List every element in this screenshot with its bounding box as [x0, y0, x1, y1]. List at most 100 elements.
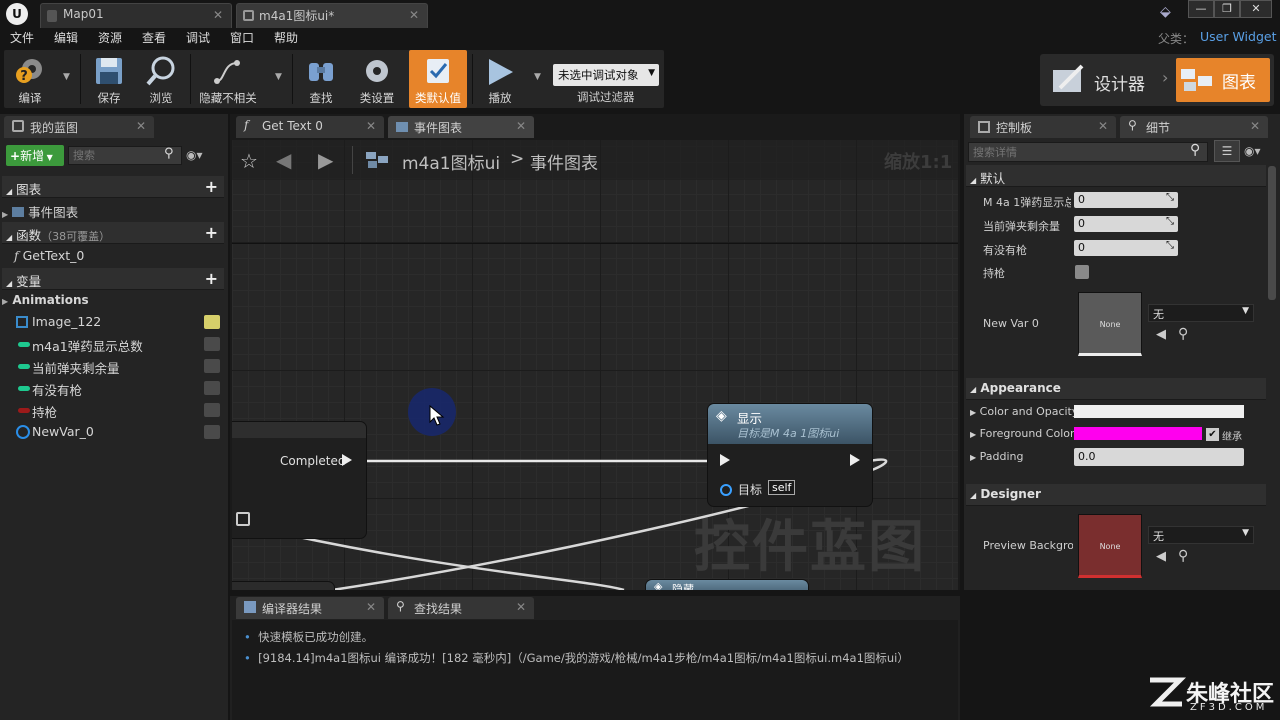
- menu-edit[interactable]: 编辑: [54, 29, 78, 46]
- add-graph-button[interactable]: +: [205, 177, 218, 196]
- functions-section-header[interactable]: ◢ 函数（38可覆盖） +: [2, 222, 224, 244]
- tab-details[interactable]: ⚲ 细节 ✕: [1120, 116, 1268, 138]
- hold-gun-checkbox[interactable]: [1075, 265, 1089, 279]
- hide-unrelated-button[interactable]: 隐藏不相关: [196, 50, 260, 108]
- add-variable-button[interactable]: +: [205, 269, 218, 288]
- find-button[interactable]: 查找: [298, 50, 344, 108]
- close-icon[interactable]: ✕: [136, 119, 146, 133]
- color-opacity-row[interactable]: ▶ Color and Opacity: [970, 405, 1078, 429]
- eye-visible-icon[interactable]: [204, 315, 220, 329]
- exec-out-pin[interactable]: [850, 454, 860, 466]
- minimize-button[interactable]: —: [1188, 0, 1214, 18]
- parent-class-link[interactable]: User Widget: [1200, 29, 1276, 44]
- close-icon[interactable]: ✕: [409, 8, 419, 22]
- target-pin[interactable]: [720, 484, 732, 496]
- exec-in-pin[interactable]: [720, 454, 730, 466]
- add-function-button[interactable]: +: [205, 223, 218, 242]
- tab-event-graph[interactable]: 事件图表 ✕: [388, 116, 534, 138]
- bool-pin-checkbox[interactable]: [236, 512, 250, 526]
- inherit-checkbox[interactable]: ✔: [1206, 428, 1219, 441]
- preview-background-thumbnail[interactable]: None: [1078, 514, 1142, 578]
- foreground-color-row[interactable]: ▶ Foreground Color: [970, 427, 1075, 451]
- list-item-animations[interactable]: ▶ Animations: [2, 290, 224, 312]
- browse-button[interactable]: 浏览: [136, 50, 186, 108]
- padding-row[interactable]: ▶ Padding: [970, 450, 1024, 474]
- close-icon[interactable]: ✕: [1250, 119, 1260, 133]
- set-visibility-hide-node[interactable]: ◈ 隐藏: [646, 580, 808, 590]
- use-selected-arrow-icon[interactable]: ◀: [1156, 327, 1166, 342]
- eye-hidden-icon[interactable]: [204, 425, 220, 439]
- details-search-input[interactable]: [968, 142, 1208, 162]
- set-visibility-show-node[interactable]: ◈ 显示 目标是M 4a 1图标ui 目标 self: [708, 404, 872, 506]
- tab-get-text-0[interactable]: f Get Text 0 ✕: [236, 116, 384, 138]
- menu-asset[interactable]: 资源: [98, 29, 122, 46]
- close-icon[interactable]: ✕: [516, 119, 526, 133]
- eye-hidden-icon[interactable]: [204, 359, 220, 373]
- list-item-event-graph[interactable]: ▶ 事件图表: [2, 199, 224, 221]
- close-icon[interactable]: ✕: [1098, 119, 1108, 133]
- close-window-button[interactable]: ✕: [1240, 0, 1272, 18]
- property-matrix-icon[interactable]: ☰: [1214, 140, 1240, 162]
- variables-section-header[interactable]: ◢ 变量 +: [2, 268, 224, 290]
- browse-asset-icon[interactable]: ⚲: [1178, 326, 1188, 342]
- eye-view-options-icon[interactable]: ◉▾: [186, 148, 203, 162]
- debug-object-select[interactable]: 未选中调试对象 ▼: [553, 64, 659, 86]
- tab-compiler-results[interactable]: 编译器结果 ✕: [236, 597, 384, 619]
- variable-item[interactable]: Image_122: [2, 311, 224, 333]
- exec-out-pin[interactable]: [342, 454, 352, 466]
- target-self-value[interactable]: self: [768, 480, 796, 495]
- property-value-field[interactable]: 0 ⤡: [1074, 192, 1178, 208]
- tab-find-results[interactable]: ⚲ 查找结果 ✕: [388, 597, 534, 619]
- variable-item[interactable]: m4a1弹药显示总数: [2, 333, 224, 355]
- compile-button[interactable]: ? 编译: [6, 50, 54, 108]
- close-icon[interactable]: ✕: [213, 8, 223, 22]
- eye-hidden-icon[interactable]: [204, 403, 220, 417]
- variable-item[interactable]: 持枪: [2, 399, 224, 421]
- foreground-color-swatch[interactable]: [1074, 427, 1202, 440]
- compile-options-arrow[interactable]: ▼: [63, 72, 73, 82]
- delay-node[interactable]: Completed: [232, 422, 366, 538]
- tab-map01[interactable]: Map01 ✕: [40, 3, 232, 28]
- variable-item[interactable]: 有没有枪: [2, 377, 224, 399]
- list-item-function[interactable]: f GetText_0: [2, 245, 224, 267]
- property-value-field[interactable]: 0 ⤡: [1074, 216, 1178, 232]
- eye-view-options-icon[interactable]: ◉▾: [1244, 144, 1261, 158]
- appearance-section-header[interactable]: ◢ Appearance: [966, 378, 1266, 400]
- menu-debug[interactable]: 调试: [186, 29, 210, 46]
- add-new-button[interactable]: +新增 ▼: [6, 145, 64, 166]
- graph-mode-button[interactable]: 图表: [1176, 58, 1270, 102]
- close-icon[interactable]: ✕: [516, 600, 526, 614]
- notification-icon[interactable]: ⬙: [1160, 4, 1176, 20]
- play-button[interactable]: 播放: [476, 50, 524, 108]
- variable-item[interactable]: NewVar_0: [2, 421, 224, 443]
- default-section-header[interactable]: ◢ 默认: [966, 165, 1266, 187]
- save-button[interactable]: 保存: [86, 50, 132, 108]
- close-icon[interactable]: ✕: [366, 119, 376, 133]
- eye-hidden-icon[interactable]: [204, 381, 220, 395]
- menu-window[interactable]: 窗口: [230, 29, 254, 46]
- variable-item[interactable]: 当前弹夹剩余量: [2, 355, 224, 377]
- designer-section-header[interactable]: ◢ Designer: [966, 484, 1266, 506]
- eye-hidden-icon[interactable]: [204, 337, 220, 351]
- property-value-field[interactable]: 0 ⤡: [1074, 240, 1178, 256]
- use-selected-arrow-icon[interactable]: ◀: [1156, 549, 1166, 564]
- tab-palette[interactable]: 控制板 ✕: [970, 116, 1116, 138]
- menu-help[interactable]: 帮助: [274, 29, 298, 46]
- color-opacity-swatch[interactable]: [1074, 405, 1244, 418]
- details-scrollbar[interactable]: [1268, 166, 1276, 300]
- hide-unrelated-arrow[interactable]: ▼: [275, 72, 285, 82]
- new-var-asset-select[interactable]: 无 ▼: [1148, 304, 1254, 322]
- tab-my-blueprint[interactable]: 我的蓝图 ✕: [4, 116, 154, 138]
- class-settings-button[interactable]: 类设置: [352, 50, 402, 108]
- close-icon[interactable]: ✕: [366, 600, 376, 614]
- graphs-section-header[interactable]: ◢ 图表 +: [2, 176, 224, 198]
- play-options-arrow[interactable]: ▼: [534, 72, 544, 82]
- graph-canvas[interactable]: ☆ ◀ ▶ m4a1图标ui > 事件图表 缩放1:1 控件蓝图 Complet…: [232, 140, 958, 590]
- maximize-button[interactable]: ❐: [1214, 0, 1240, 18]
- tab-m4a1-widget[interactable]: m4a1图标ui* ✕: [236, 3, 428, 28]
- menu-file[interactable]: 文件: [10, 29, 34, 46]
- new-var-thumbnail[interactable]: None: [1078, 292, 1142, 356]
- menu-view[interactable]: 查看: [142, 29, 166, 46]
- padding-field[interactable]: 0.0: [1074, 448, 1244, 466]
- designer-mode-button[interactable]: 设计器: [1048, 58, 1158, 102]
